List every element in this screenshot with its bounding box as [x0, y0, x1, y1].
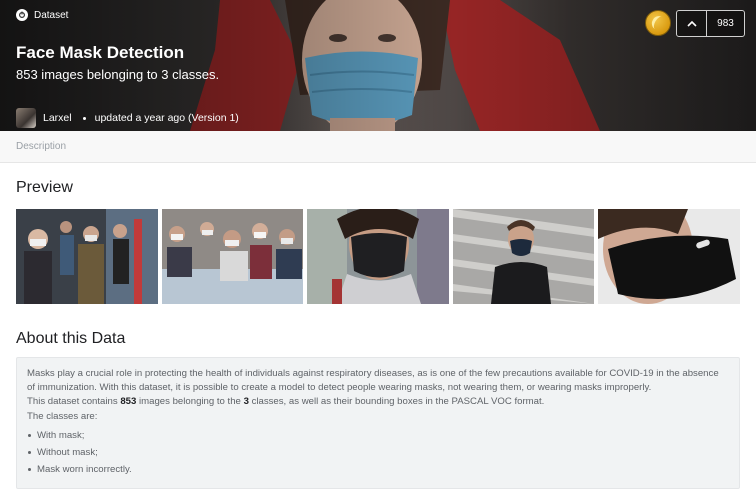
about-summary: This dataset contains 853 images belongi…: [27, 395, 729, 409]
vote-count: 983: [717, 18, 734, 29]
about-summary-text: This dataset contains: [27, 396, 121, 408]
about-description: Masks play a crucial role in protecting …: [16, 357, 740, 489]
upvote-widget: 983: [676, 10, 745, 37]
preview-heading: Preview: [16, 179, 73, 196]
preview-image-1[interactable]: [16, 209, 158, 304]
list-item: Without mask;: [27, 444, 729, 461]
page-subtitle: 853 images belonging to 3 classes.: [16, 67, 220, 82]
image-count: 853: [120, 396, 137, 408]
about-heading: About this Data: [16, 330, 126, 347]
dataset-icon: [16, 9, 28, 21]
dataset-type-label: Dataset: [16, 9, 68, 21]
updated-info[interactable]: updated a year ago (Version 1): [95, 112, 239, 124]
owner-avatar[interactable]: [16, 108, 36, 128]
about-intro: Masks play a crucial role in protecting …: [27, 368, 719, 394]
gold-medal-icon[interactable]: [645, 10, 671, 36]
list-item: With mask;: [27, 427, 729, 444]
owner-info: Larxel updated a year ago (Version 1): [16, 108, 239, 128]
about-summary-text: images belonging to the: [136, 396, 244, 408]
preview-gallery: [16, 209, 740, 304]
class-list: With mask; Without mask; Mask worn incor…: [27, 427, 729, 478]
preview-image-5[interactable]: [598, 209, 740, 304]
dataset-type-text: Dataset: [34, 9, 69, 21]
preview-image-3[interactable]: [307, 209, 449, 304]
chevron-up-icon: [686, 20, 697, 27]
preview-image-2[interactable]: [161, 209, 304, 304]
preview-image-4[interactable]: [452, 209, 595, 304]
about-summary-text: classes, as well as their bounding boxes…: [248, 396, 545, 408]
owner-name-link[interactable]: Larxel: [43, 112, 72, 124]
upvote-button[interactable]: [677, 11, 707, 36]
classes-label: The classes are:: [27, 410, 98, 422]
list-item: Mask worn incorrectly.: [27, 461, 729, 478]
tab-description[interactable]: Description: [16, 141, 66, 152]
tab-bar: Description: [0, 131, 756, 163]
dataset-header: Dataset Face Mask Detection 853 images b…: [0, 0, 756, 131]
separator-dot: [82, 116, 86, 120]
page-title: Face Mask Detection: [16, 43, 185, 62]
